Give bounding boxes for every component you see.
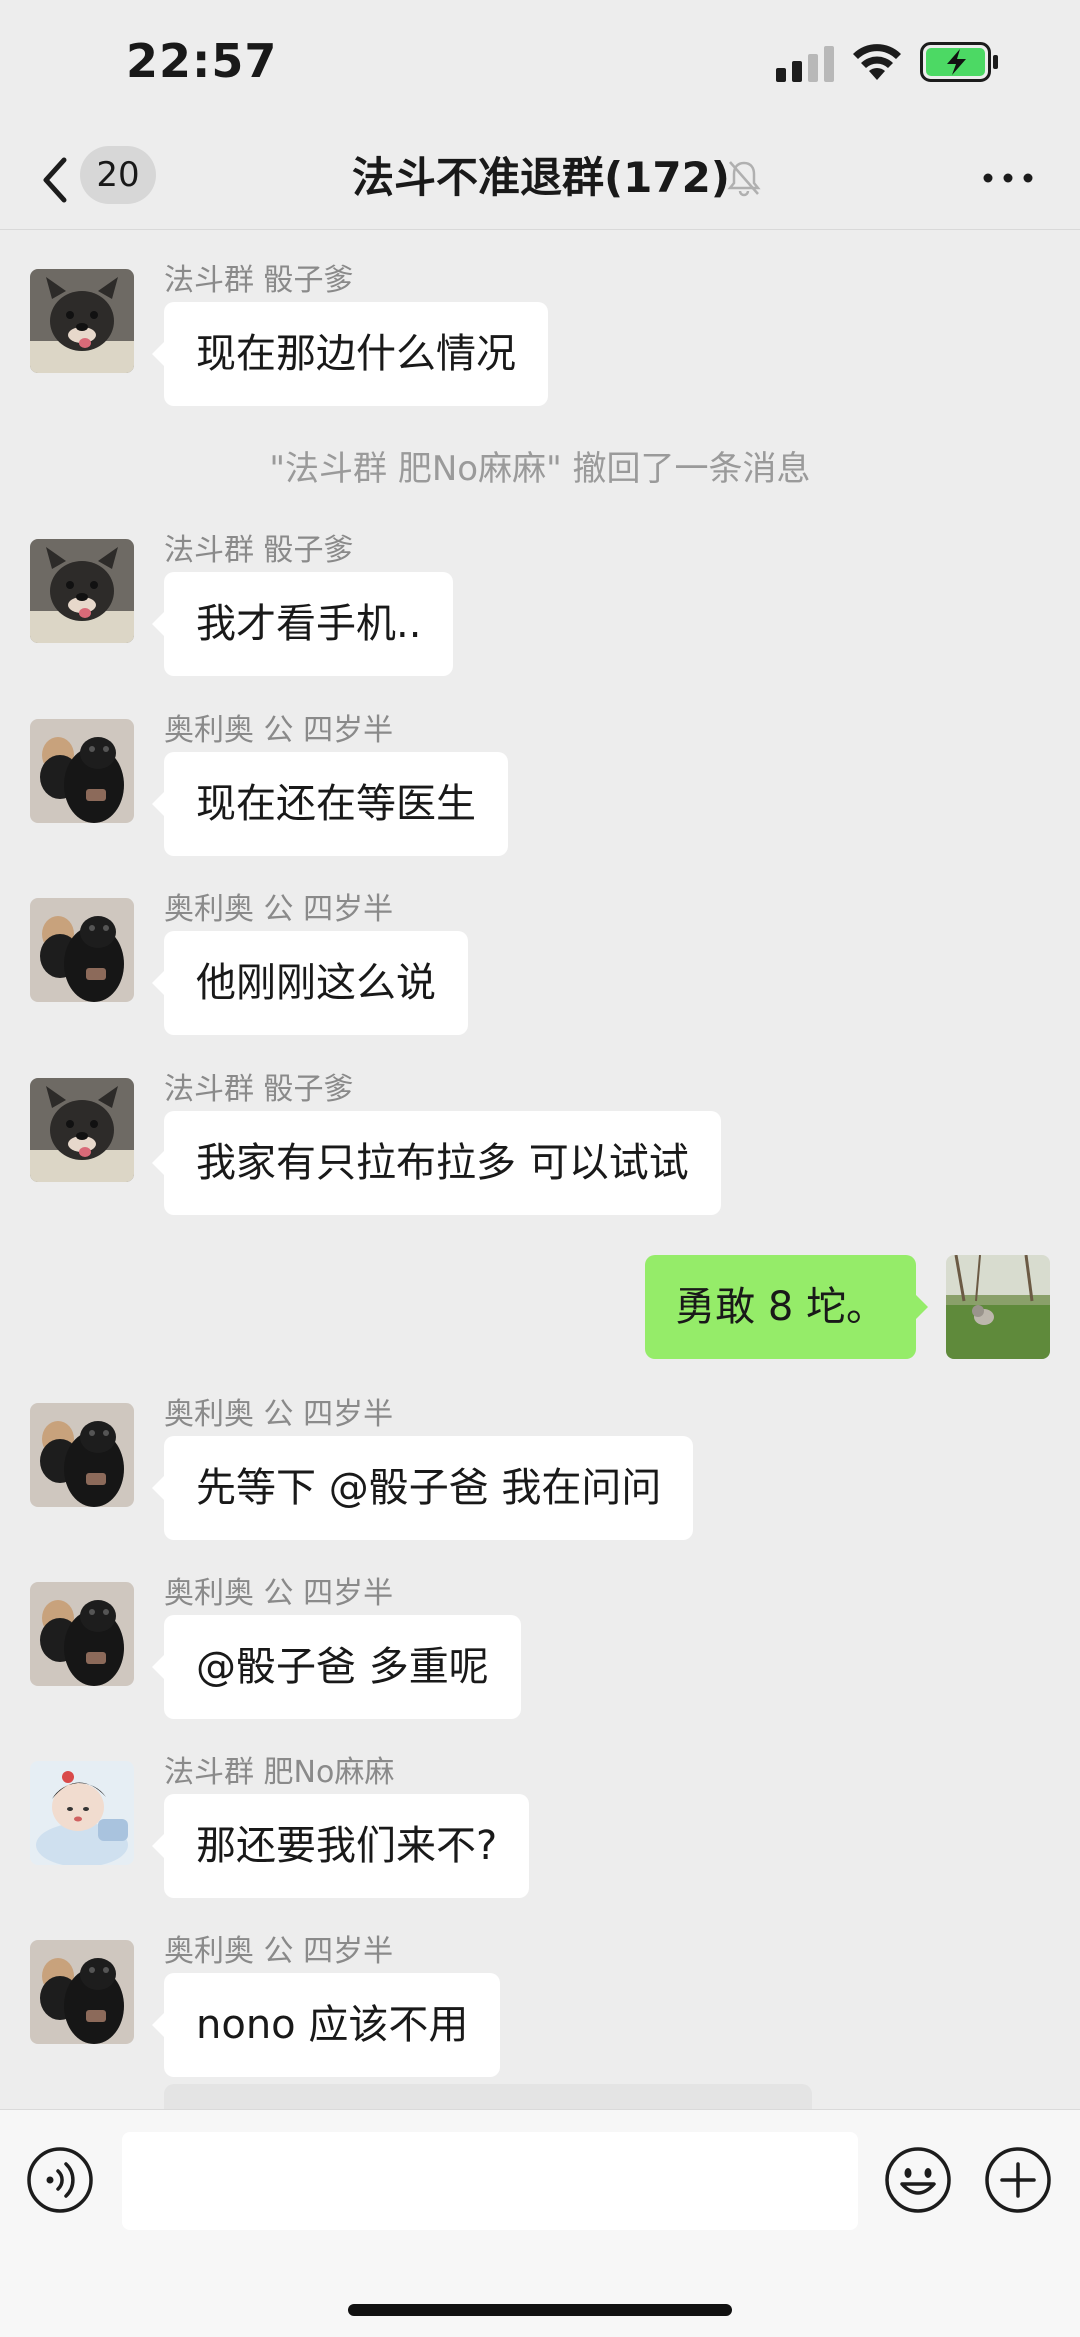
self-message-bubble[interactable]: 勇敢 8 坨。 xyxy=(645,1255,928,1359)
partial-message-bubble[interactable] xyxy=(164,2084,812,2109)
battery-charging-icon xyxy=(920,42,998,82)
chat-header: 20 法斗不准退群(172) xyxy=(0,130,1080,230)
sender-name: 法斗群 骰子爹 xyxy=(164,533,354,568)
home-indicator[interactable] xyxy=(348,2304,732,2316)
avatar[interactable] xyxy=(30,1582,134,1686)
unread-count-badge[interactable]: 20 xyxy=(80,146,156,204)
avatar[interactable] xyxy=(30,1940,134,2044)
message-bubble[interactable]: 那还要我们来不? xyxy=(151,1794,530,1898)
message-list[interactable]: 法斗群 骰子爹 现在那边什么情况 "法斗群 肥No麻麻" 撤回了一条消息 法斗群… xyxy=(0,231,1080,2109)
avatar[interactable] xyxy=(30,539,134,643)
sender-name: 奥利奥 公 四岁半 xyxy=(164,1397,394,1432)
message-bubble[interactable]: nono 应该不用 xyxy=(151,1973,501,2077)
message-bubble[interactable]: 我家有只拉布拉多 可以试试 xyxy=(152,1111,721,1215)
sender-name: 法斗群 肥No麻麻 xyxy=(164,1755,395,1790)
message-bubble[interactable]: @骰子爸 多重呢 xyxy=(152,1615,521,1719)
status-time: 22:57 xyxy=(126,34,278,88)
avatar[interactable] xyxy=(30,269,134,373)
sender-name: 奥利奥 公 四岁半 xyxy=(164,1934,394,1969)
recall-notice: "法斗群 肥No麻麻" 撤回了一条消息 xyxy=(269,449,811,489)
avatar[interactable] xyxy=(30,719,134,823)
add-attachment-icon[interactable] xyxy=(984,2146,1052,2214)
voice-input-icon[interactable] xyxy=(26,2146,94,2214)
chat-title: 法斗不准退群(172) xyxy=(351,153,730,202)
avatar[interactable] xyxy=(30,1403,134,1507)
message-bubble[interactable]: 我才看手机.. xyxy=(151,572,454,676)
sender-name: 法斗群 骰子爹 xyxy=(164,1072,354,1107)
emoji-icon[interactable] xyxy=(884,2146,952,2214)
status-bar: 22:57 xyxy=(0,0,1080,130)
wifi-icon xyxy=(853,44,901,80)
message-bubble[interactable]: 现在那边什么情况 xyxy=(152,302,548,406)
sender-name: 奥利奥 公 四岁半 xyxy=(164,892,394,927)
back-chevron-icon[interactable] xyxy=(34,148,74,212)
avatar[interactable] xyxy=(30,898,134,1002)
message-bubble[interactable]: 先等下 @骰子爸 我在问问 xyxy=(151,1436,694,1540)
input-bar xyxy=(0,2109,1080,2337)
message-bubble[interactable]: 现在还在等医生 xyxy=(152,752,508,856)
sender-name: 法斗群 骰子爹 xyxy=(164,263,354,298)
sender-name: 奥利奥 公 四岁半 xyxy=(164,713,394,748)
message-input[interactable] xyxy=(122,2132,858,2230)
muted-bell-icon xyxy=(727,161,761,197)
self-avatar[interactable] xyxy=(946,1255,1050,1359)
sender-name: 奥利奥 公 四岁半 xyxy=(164,1576,394,1611)
more-options-icon[interactable] xyxy=(982,168,1034,188)
avatar[interactable] xyxy=(30,1078,134,1182)
cellular-signal-icon xyxy=(776,46,834,82)
avatar[interactable] xyxy=(30,1761,134,1865)
message-bubble[interactable]: 他刚刚这么说 xyxy=(152,931,468,1035)
